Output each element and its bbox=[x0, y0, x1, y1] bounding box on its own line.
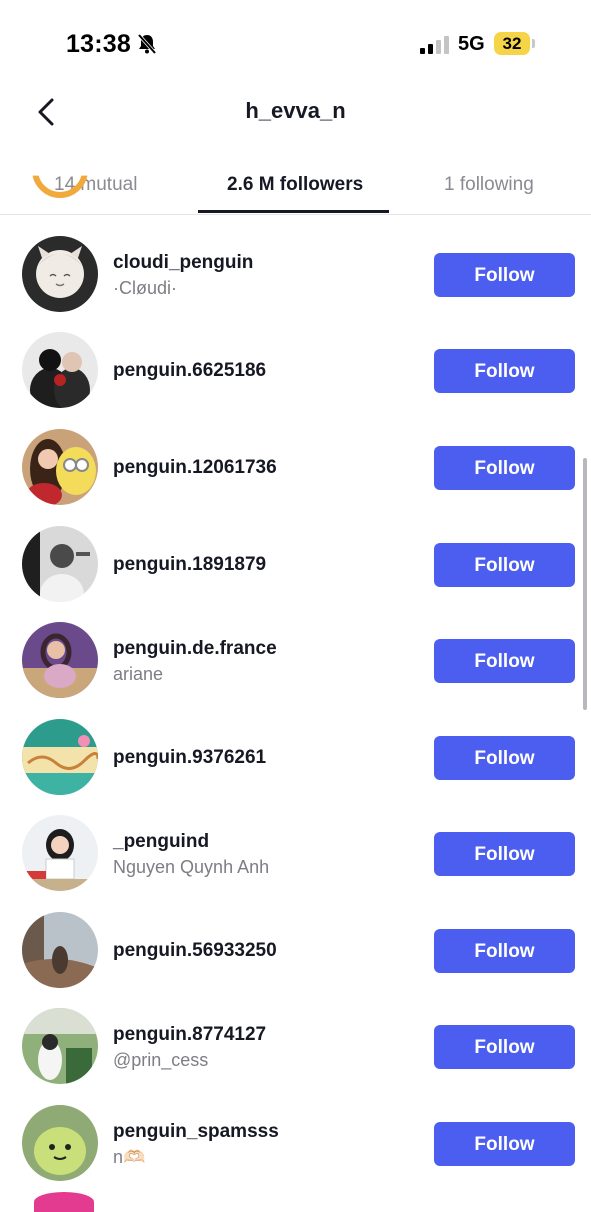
tab-following[interactable]: 1 following bbox=[444, 174, 534, 196]
avatar[interactable] bbox=[22, 912, 98, 988]
follow-button[interactable]: Follow bbox=[434, 446, 575, 490]
username: penguin.9376261 bbox=[113, 747, 267, 768]
avatar[interactable] bbox=[22, 815, 98, 891]
display-name: @prin_cess bbox=[113, 1050, 209, 1070]
follow-button[interactable]: Follow bbox=[434, 543, 575, 587]
list-item[interactable]: penguin.1891879 Follow bbox=[0, 504, 591, 602]
avatar[interactable] bbox=[22, 236, 98, 312]
display-name: ·Cløudi· bbox=[113, 278, 178, 298]
list-item[interactable]: penguin.9376261 Follow bbox=[0, 697, 591, 795]
follow-button[interactable]: Follow bbox=[434, 929, 575, 973]
username: penguin.8774127 bbox=[113, 1024, 267, 1045]
bell-muted-icon bbox=[137, 33, 157, 55]
avatar[interactable] bbox=[22, 1105, 98, 1181]
follow-button[interactable]: Follow bbox=[434, 736, 575, 780]
signal-icon bbox=[420, 36, 449, 54]
list-item[interactable]: cloudi_penguin ·Cløudi· Follow bbox=[0, 214, 591, 312]
avatar[interactable] bbox=[22, 170, 98, 218]
battery-level: 32 bbox=[502, 34, 522, 53]
username: cloudi_penguin bbox=[113, 252, 254, 273]
avatar[interactable] bbox=[22, 622, 98, 698]
username: penguin.de.france bbox=[113, 638, 277, 659]
list-item[interactable]: penguin_spamsss n🫶🏻 Follow bbox=[0, 1083, 591, 1181]
avatar[interactable] bbox=[22, 719, 98, 795]
network-type: 5G bbox=[458, 33, 485, 55]
display-name: n🫶🏻 bbox=[113, 1147, 146, 1167]
display-name: ariane bbox=[113, 664, 164, 684]
list-item[interactable]: _penguind Nguyen Quynh Anh Follow bbox=[0, 793, 591, 891]
avatar[interactable] bbox=[34, 1192, 94, 1212]
tab-followers[interactable]: 2.6 M followers bbox=[227, 174, 363, 196]
avatar[interactable] bbox=[22, 526, 98, 602]
follow-button[interactable]: Follow bbox=[434, 1122, 575, 1166]
follow-button[interactable]: Follow bbox=[434, 832, 575, 876]
list-item[interactable]: penguin.de.france ariane Follow bbox=[0, 600, 591, 698]
list-item[interactable]: penguin.8774127 @prin_cess Follow bbox=[0, 986, 591, 1084]
display-name: Nguyen Quynh Anh bbox=[113, 857, 270, 877]
status-bar: 13:38 5G 32 bbox=[0, 0, 591, 88]
list-item[interactable]: penguin.12061736 Follow bbox=[0, 407, 591, 505]
avatar[interactable] bbox=[22, 429, 98, 505]
username: penguin.12061736 bbox=[113, 457, 277, 478]
username: penguin.6625186 bbox=[113, 360, 267, 381]
scrollbar[interactable] bbox=[583, 458, 587, 710]
follow-button[interactable]: Follow bbox=[434, 1025, 575, 1069]
username: _penguind bbox=[113, 831, 210, 852]
avatar[interactable] bbox=[22, 1008, 98, 1084]
page-title: h_evva_n bbox=[245, 98, 346, 123]
status-time: 13:38 bbox=[66, 30, 131, 58]
battery-icon: 32 bbox=[494, 32, 536, 55]
active-tab-indicator bbox=[198, 210, 389, 213]
follow-button[interactable]: Follow bbox=[434, 639, 575, 683]
list-item[interactable]: penguin.6625186 Follow bbox=[0, 310, 591, 408]
username: penguin.56933250 bbox=[113, 940, 277, 961]
username: penguin.1891879 bbox=[113, 554, 267, 575]
follow-button[interactable]: Follow bbox=[434, 253, 575, 297]
follow-button[interactable]: Follow bbox=[434, 349, 575, 393]
list-item[interactable]: penguin.56933250 Follow bbox=[0, 890, 591, 988]
avatar[interactable] bbox=[22, 332, 98, 408]
username: penguin_spamsss bbox=[113, 1121, 279, 1142]
